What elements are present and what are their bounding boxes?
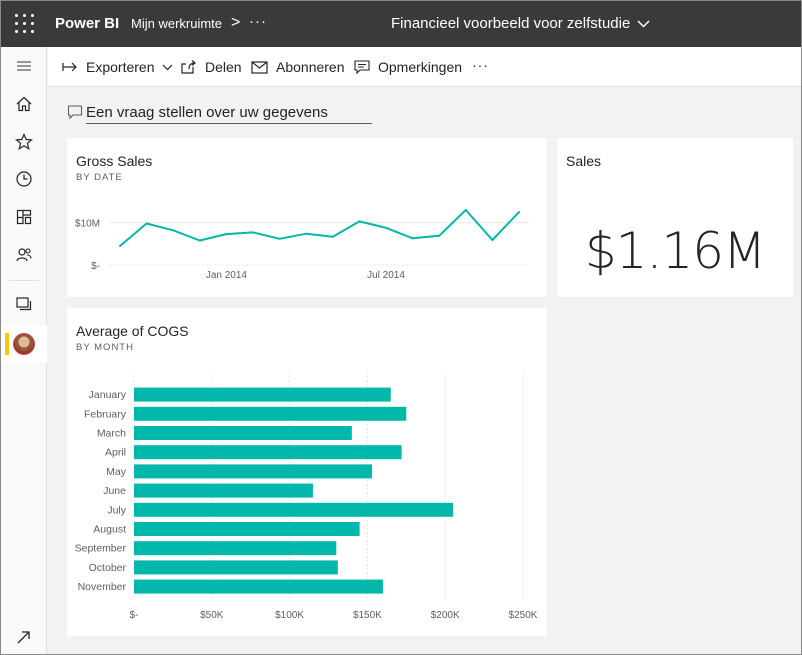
category-label: October (89, 562, 127, 574)
category-label: May (106, 466, 127, 478)
clock-icon[interactable] (14, 169, 34, 189)
expand-arrow-icon[interactable] (14, 627, 34, 647)
shared-with-me-icon[interactable] (14, 245, 34, 265)
gross-sales-series-line (119, 209, 520, 247)
comments-label: Opmerkingen (378, 59, 463, 75)
bar (134, 464, 373, 479)
data-point (278, 237, 281, 240)
qna-icon (67, 105, 83, 120)
data-point (305, 232, 308, 235)
data-point (172, 229, 175, 232)
category-label: August (93, 524, 126, 536)
x-tick-label: $150K (353, 610, 382, 621)
qna-input[interactable] (86, 101, 372, 124)
data-point (464, 209, 467, 211)
hamburger-icon[interactable] (14, 56, 34, 76)
tile-sales[interactable]: Sales $1.16M (557, 138, 793, 297)
bar (134, 426, 352, 440)
bar (134, 502, 453, 517)
bar (134, 522, 360, 536)
x-tick-label: Jan 2014 (206, 270, 248, 281)
y-tick-label: $10M (75, 219, 100, 230)
left-nav (1, 47, 47, 654)
export-icon (62, 62, 77, 72)
category-label: July (107, 504, 126, 516)
comments-button[interactable]: Opmerkingen (354, 59, 462, 75)
share-icon (181, 60, 196, 74)
comment-icon (354, 59, 370, 74)
bar (134, 445, 402, 460)
home-icon[interactable] (14, 94, 34, 114)
data-point (331, 235, 334, 238)
breadcrumb-workspace[interactable]: Mijn werkruimte (131, 16, 222, 31)
app-launcher-icon[interactable] (15, 14, 35, 34)
data-point (358, 220, 361, 223)
nav-active-indicator (5, 333, 9, 355)
bar (134, 541, 337, 556)
export-button[interactable]: Exporteren (62, 59, 173, 75)
top-bar: Power BI Mijn werkruimte > ··· Financiee… (1, 1, 801, 47)
mail-icon (251, 60, 268, 74)
subscribe-label: Abonneren (276, 59, 345, 75)
category-label: March (97, 428, 126, 440)
nav-divider (9, 280, 39, 281)
cogs-bar-chart: $- $50K $100K $150K $200K $250K January Februar… (75, 372, 538, 621)
my-workspace-avatar[interactable] (13, 333, 35, 355)
tile-gross-sales[interactable]: Gross Sales BY DATE $- $10M Jan 2014 Jul 20… (67, 138, 547, 297)
share-button[interactable]: Delen (181, 59, 242, 75)
category-label: February (84, 408, 127, 420)
data-point (225, 233, 228, 236)
category-label: April (105, 447, 126, 459)
breadcrumb-chevron-icon: > (231, 14, 241, 31)
y-tick-label: $- (91, 261, 100, 272)
action-bar: Exporteren Delen Abonneren Opmerkingen ·… (48, 47, 801, 87)
data-point (491, 239, 494, 242)
breadcrumb-more-button[interactable]: ··· (249, 13, 267, 30)
qna-box (67, 101, 372, 125)
data-point (385, 226, 387, 229)
x-tick-label: Jul 2014 (367, 270, 405, 281)
star-icon[interactable] (14, 132, 34, 152)
x-tick-label: $- (130, 610, 139, 621)
chevron-down-icon[interactable] (637, 17, 650, 30)
category-label: January (89, 389, 127, 401)
data-point (411, 237, 414, 240)
bar (134, 560, 338, 575)
data-point (119, 244, 121, 247)
x-tick-label: $250K (509, 610, 538, 621)
subscribe-button[interactable]: Abonneren (251, 59, 345, 75)
app-window: Power BI Mijn werkruimte > ··· Financiee… (0, 0, 802, 655)
brand-label[interactable]: Power BI (55, 15, 119, 32)
workspaces-icon[interactable] (14, 294, 34, 314)
data-point (518, 211, 520, 214)
category-label: June (103, 485, 126, 497)
category-label: September (75, 543, 127, 555)
tile-title: Sales (566, 153, 602, 169)
bar (134, 483, 313, 498)
data-point (145, 222, 148, 225)
export-label: Exporteren (86, 59, 155, 75)
gross-sales-line-chart: $- $10M Jan 2014 Jul 2014 (75, 209, 529, 281)
more-actions-button[interactable]: ··· (472, 57, 489, 73)
x-tick-label: $50K (200, 610, 224, 621)
bar (134, 406, 407, 421)
tile-average-cogs[interactable]: Average of COGS BY MONTH $- $50K $100K $150… (67, 308, 547, 636)
share-label: Delen (205, 59, 242, 75)
data-point (438, 234, 441, 237)
category-label: November (78, 581, 127, 593)
data-point (198, 239, 201, 242)
apps-icon[interactable] (14, 207, 34, 227)
bar (134, 579, 383, 594)
x-tick-label: $200K (431, 610, 460, 621)
report-title[interactable]: Financieel voorbeeld voor zelfstudie (391, 15, 630, 32)
x-tick-label: $100K (275, 610, 304, 621)
sales-value: $1.16M (584, 222, 766, 280)
chevron-down-icon (163, 64, 173, 70)
data-point (252, 231, 254, 234)
bar (134, 387, 391, 402)
